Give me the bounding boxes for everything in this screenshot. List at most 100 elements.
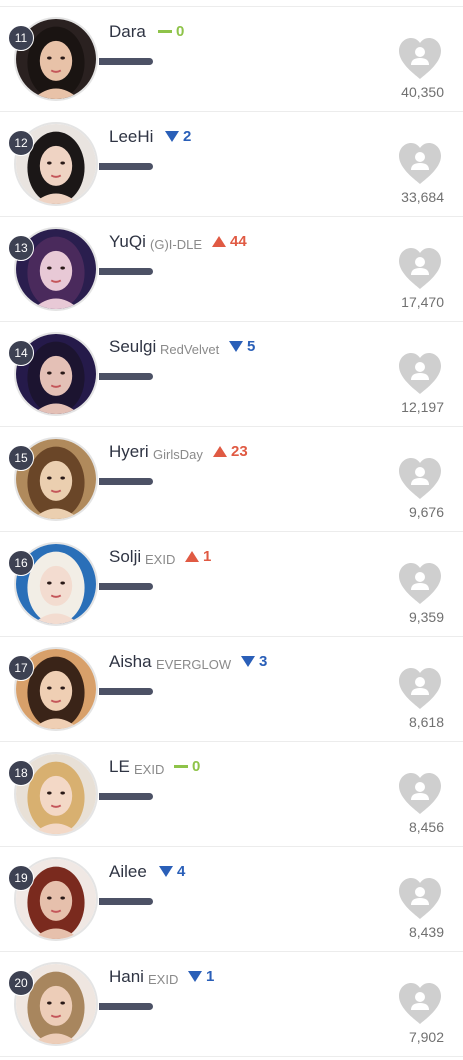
vote-progress-bar [99,688,153,695]
triangle-up-icon [185,551,199,562]
ranking-row[interactable]: 14 Seulgi RedVelvet 5 12,197 [0,322,463,427]
rank-change-value: 0 [192,758,201,775]
triangle-up-icon [213,446,227,457]
ranking-row[interactable]: 15 Hyeri GirlsDay 23 9,676 [0,427,463,532]
rank-change-value: 4 [177,863,186,880]
vote-heart-button[interactable] [397,772,443,816]
triangle-down-icon [188,971,202,982]
vote-heart-button[interactable] [397,562,443,606]
ranking-row[interactable]: 12 LeeHi 2 33,684 [0,112,463,217]
rank-badge: 12 [8,130,34,156]
vote-progress-bar [99,58,153,65]
idol-name[interactable]: LE [109,757,130,777]
triangle-down-icon [165,131,179,142]
vote-count: 12,197 [401,399,444,415]
ranking-row[interactable]: 18 LE EXID 0 8,456 [0,742,463,847]
group-name: EXID [148,972,179,987]
idol-name[interactable]: Hyeri [109,442,149,462]
rank-change: 4 [159,863,185,880]
ranking-row[interactable]: 19 Ailee 4 8,439 [0,847,463,952]
vote-heart-button[interactable] [397,877,443,921]
triangle-down-icon [229,341,243,352]
triangle-down-icon [159,866,173,877]
triangle-down-icon [241,656,255,667]
rank-change: 23 [213,443,248,460]
dash-icon [174,765,188,768]
rank-change: 0 [158,23,184,40]
vote-count: 33,684 [401,189,444,205]
idol-name[interactable]: Aisha [109,652,152,672]
vote-count: 9,676 [408,504,444,520]
vote-progress-bar [99,268,153,275]
vote-count: 9,359 [408,609,444,625]
rank-badge: 20 [8,970,34,996]
vote-heart-button[interactable] [397,982,443,1026]
heart-person-icon [399,983,441,1024]
idol-name[interactable]: Solji [109,547,141,567]
vote-count: 8,618 [408,714,444,730]
heart-person-icon [399,38,441,79]
ranking-row[interactable]: 20 Hani EXID 1 7,902 [0,952,463,1057]
group-name: EVERGLOW [156,657,232,672]
vote-progress-bar [99,898,153,905]
heart-person-icon [399,668,441,709]
vote-heart-button[interactable] [397,457,443,501]
heart-person-icon [399,353,441,394]
dash-icon [158,30,172,33]
heart-person-icon [399,458,441,499]
rank-change-value: 3 [259,653,268,670]
rank-change-value: 23 [231,443,248,460]
rank-badge: 16 [8,550,34,576]
group-name: EXID [134,762,165,777]
group-name: (G)I-DLE [150,237,202,252]
rank-badge: 11 [8,25,34,51]
heart-person-icon [399,563,441,604]
vote-count: 40,350 [401,84,444,100]
rank-change-value: 44 [230,233,247,250]
idol-name[interactable]: Seulgi [109,337,156,357]
vote-progress-bar [99,583,153,590]
rank-badge: 19 [8,865,34,891]
rank-change-value: 0 [176,23,185,40]
rank-change-value: 1 [203,548,212,565]
idol-name[interactable]: Hani [109,967,144,987]
vote-count: 8,439 [408,924,444,940]
heart-person-icon [399,773,441,814]
vote-heart-button[interactable] [397,667,443,711]
vote-heart-button[interactable] [397,142,443,186]
idol-name[interactable]: Dara [109,22,146,42]
heart-person-icon [399,878,441,919]
rank-change: 2 [165,128,191,145]
rank-change-value: 5 [247,338,256,355]
vote-count: 7,902 [408,1029,444,1045]
rank-change: 44 [212,233,247,250]
group-name: GirlsDay [153,447,203,462]
ranking-row[interactable]: 13 YuQi (G)I-DLE 44 17,470 [0,217,463,322]
idol-name[interactable]: LeeHi [109,127,153,147]
vote-progress-bar [99,373,153,380]
vote-heart-button[interactable] [397,247,443,291]
ranking-row[interactable]: 17 Aisha EVERGLOW 3 8,618 [0,637,463,742]
vote-progress-bar [99,793,153,800]
vote-progress-bar [99,1003,153,1010]
vote-count: 8,456 [408,819,444,835]
vote-progress-bar [99,163,153,170]
ranking-row[interactable]: 16 Solji EXID 1 9,359 [0,532,463,637]
rank-badge: 17 [8,655,34,681]
rank-badge: 14 [8,340,34,366]
rank-change: 3 [241,653,267,670]
heart-person-icon [399,248,441,289]
idol-name[interactable]: Ailee [109,862,147,882]
idol-name[interactable]: YuQi [109,232,146,252]
vote-heart-button[interactable] [397,352,443,396]
group-name: EXID [145,552,176,567]
rank-change: 1 [185,548,211,565]
rank-change: 5 [229,338,255,355]
vote-heart-button[interactable] [397,37,443,81]
ranking-list: 11 Dara 0 40,350 12 LeeHi 2 33,684 1 3 YuQi (G)I-DL… [0,0,463,1060]
ranking-row[interactable]: 11 Dara 0 40,350 [0,7,463,112]
heart-person-icon [399,143,441,184]
rank-change-value: 2 [183,128,192,145]
rank-badge: 15 [8,445,34,471]
vote-count: 17,470 [401,294,444,310]
